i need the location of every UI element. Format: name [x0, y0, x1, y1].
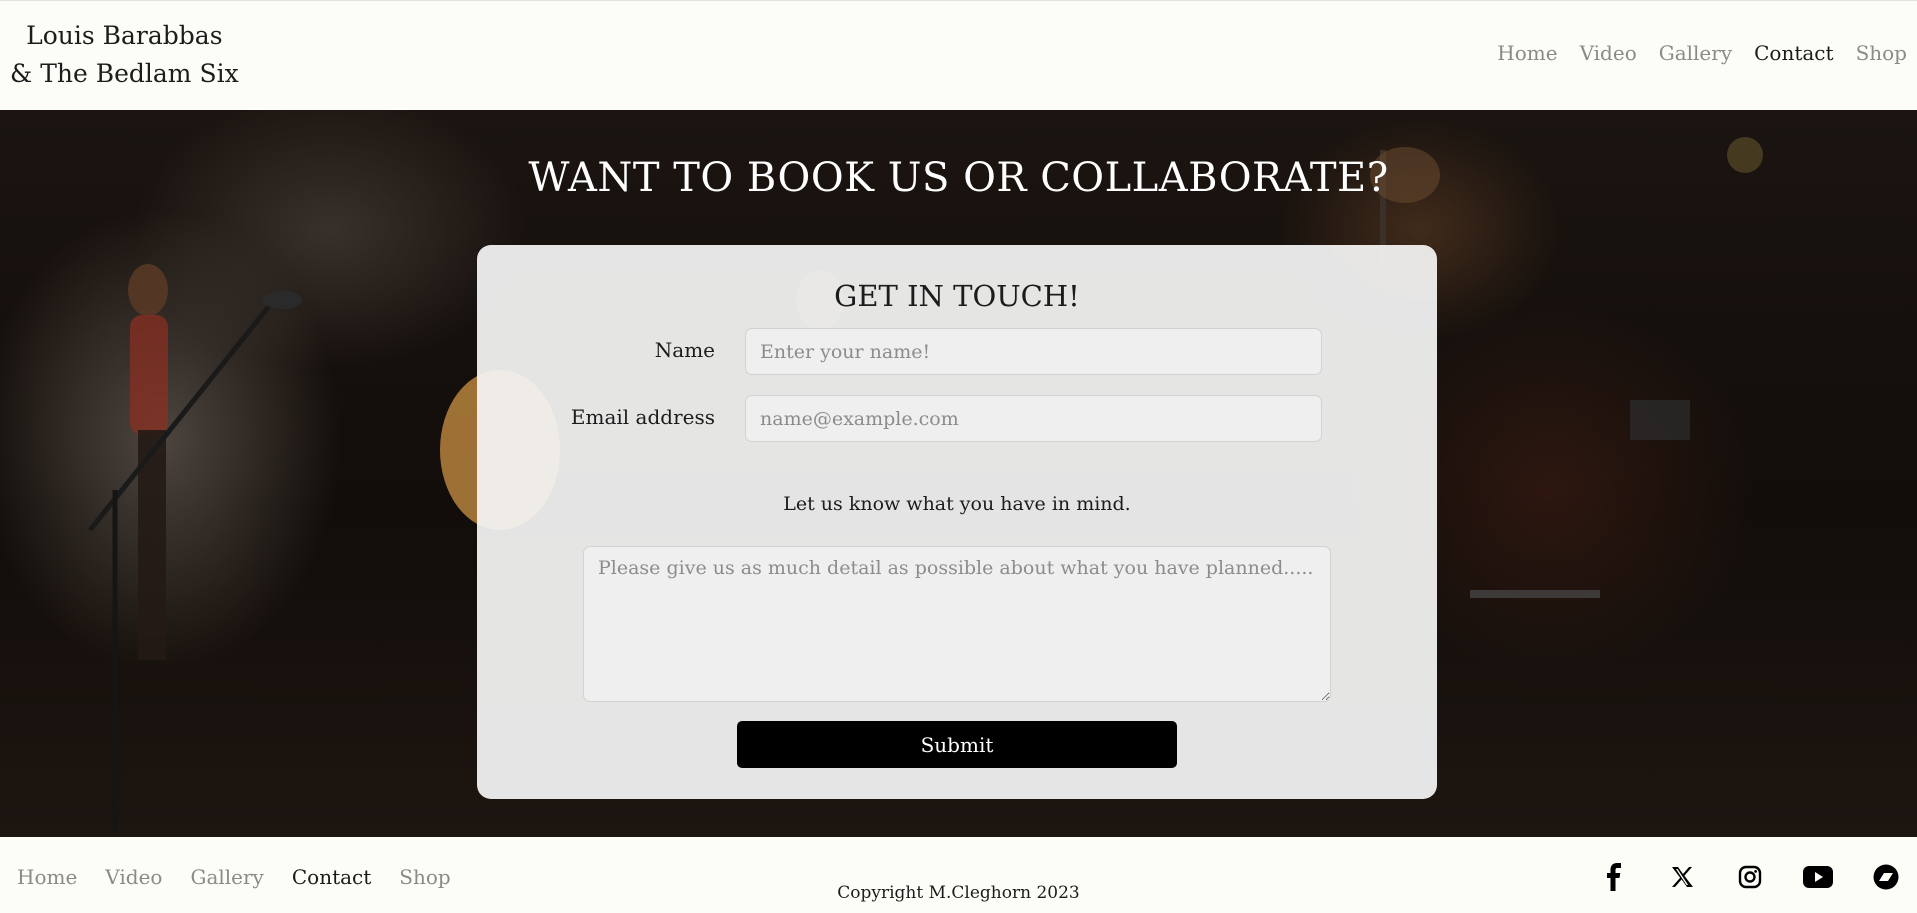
youtube-icon[interactable] — [1797, 861, 1839, 893]
email-input[interactable] — [745, 395, 1322, 442]
bandcamp-icon[interactable] — [1865, 861, 1907, 893]
nav-video[interactable]: Video — [1580, 41, 1637, 65]
brand-logo[interactable]: Louis Barabbas & The Bedlam Six — [10, 17, 239, 93]
form-title: GET IN TOUCH! — [834, 279, 1080, 313]
nav-home[interactable]: Home — [1497, 41, 1557, 65]
hero-title: WANT TO BOOK US OR COLLABORATE? — [528, 155, 1389, 201]
message-textarea[interactable] — [583, 546, 1331, 702]
site-footer: Home Video Gallery Contact Shop Copyrigh… — [0, 837, 1917, 913]
brand-line-2: & The Bedlam Six — [10, 59, 239, 88]
nav-gallery[interactable]: Gallery — [1659, 41, 1732, 65]
x-icon[interactable] — [1661, 861, 1703, 893]
main-nav: Home Video Gallery Contact Shop — [1497, 41, 1907, 65]
brand-line-1: Louis Barabbas — [26, 21, 223, 50]
site-header: Louis Barabbas & The Bedlam Six Home Vid… — [0, 0, 1917, 110]
instagram-icon[interactable] — [1729, 861, 1771, 893]
submit-button[interactable]: Submit — [737, 721, 1177, 768]
name-input[interactable] — [745, 328, 1322, 375]
facebook-icon[interactable] — [1593, 861, 1635, 893]
social-links — [1593, 861, 1907, 893]
name-label: Name — [654, 338, 715, 362]
email-label: Email address — [570, 405, 715, 429]
nav-contact[interactable]: Contact — [1754, 41, 1833, 65]
contact-form-card: GET IN TOUCH! Name Email address Let us … — [477, 245, 1437, 799]
nav-shop[interactable]: Shop — [1856, 41, 1907, 65]
hero-background-image: WANT TO BOOK US OR COLLABORATE? GET IN T… — [0, 110, 1917, 837]
message-hint: Let us know what you have in mind. — [783, 493, 1131, 515]
